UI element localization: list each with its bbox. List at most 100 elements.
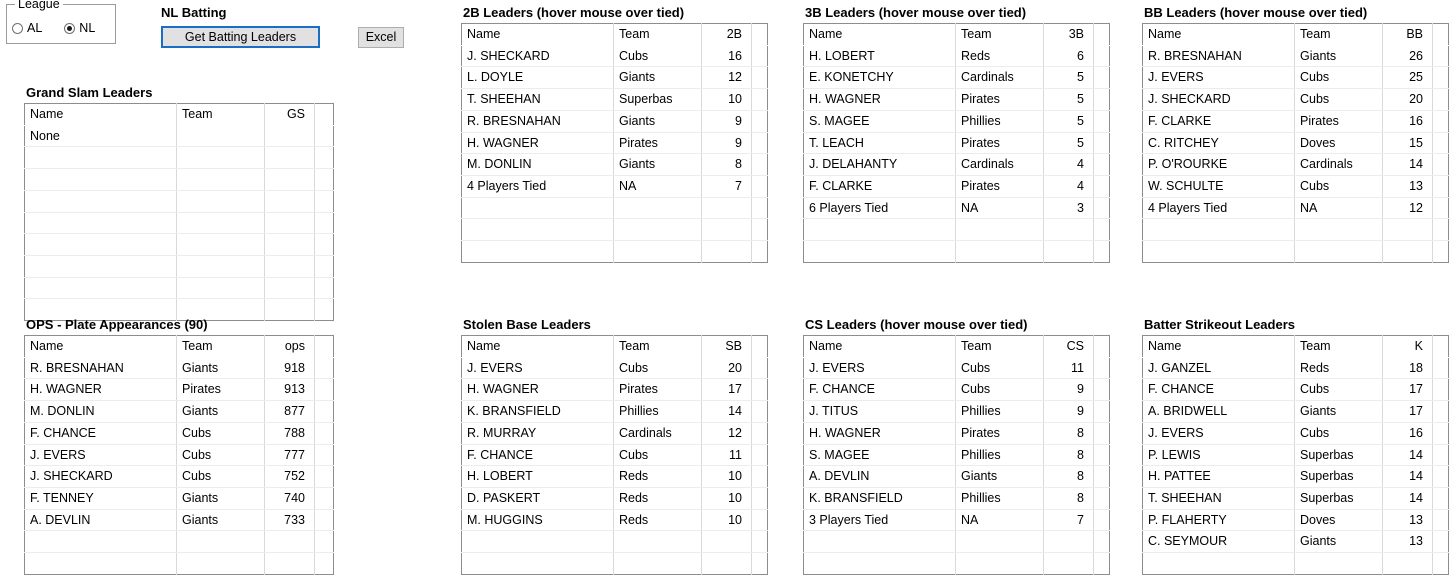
- table-row[interactable]: 3 Players Tied NA 7: [803, 509, 1110, 532]
- table-row-empty[interactable]: [461, 530, 768, 554]
- table-row[interactable]: 4 Players Tied NA 12: [1142, 197, 1449, 220]
- table-row-empty[interactable]: [803, 530, 1110, 554]
- table-row-empty[interactable]: [24, 552, 334, 575]
- table-row[interactable]: J. EVERS Cubs 16: [1142, 422, 1449, 445]
- table-row[interactable]: F. CLARKE Pirates 4: [803, 175, 1110, 198]
- table-row[interactable]: K. BRANSFIELD Phillies 14: [461, 400, 768, 423]
- column-header-spacer: [315, 104, 334, 126]
- excel-export-button[interactable]: Excel: [358, 27, 404, 48]
- table-row[interactable]: P. FLAHERTY Doves 13: [1142, 509, 1449, 532]
- table-row[interactable]: E. KONETCHY Cardinals 5: [803, 66, 1110, 90]
- table-row[interactable]: F. CHANCE Cubs 788: [24, 422, 334, 445]
- table-row[interactable]: W. SCHULTE Cubs 13: [1142, 175, 1449, 198]
- cell-team: Pirates: [613, 132, 702, 155]
- table-doubles[interactable]: Name Team 2B J. SHECKARD Cubs 16 L. DOYLE Giant…: [461, 23, 768, 263]
- table-row[interactable]: F. TENNEY Giants 740: [24, 487, 334, 510]
- radio-option-al[interactable]: AL: [12, 22, 42, 35]
- table-row[interactable]: J. EVERS Cubs 20: [461, 357, 768, 380]
- table-row-empty[interactable]: [461, 218, 768, 242]
- table-row[interactable]: H. LOBERT Reds 10: [461, 465, 768, 488]
- table-row[interactable]: H. WAGNER Pirates 17: [461, 378, 768, 402]
- table-row[interactable]: R. MURRAY Cardinals 12: [461, 422, 768, 445]
- table-row-empty[interactable]: [461, 552, 768, 575]
- cell-name: P. FLAHERTY: [1142, 509, 1295, 532]
- table-row[interactable]: H. WAGNER Pirates 8: [803, 422, 1110, 445]
- table-row[interactable]: 4 Players Tied NA 7: [461, 175, 768, 198]
- table-row[interactable]: C. SEYMOUR Giants 13: [1142, 530, 1449, 554]
- table-row[interactable]: D. PASKERT Reds 10: [461, 487, 768, 510]
- table-row[interactable]: J. GANZEL Reds 18: [1142, 357, 1449, 380]
- get-batting-leaders-button[interactable]: Get Batting Leaders: [161, 26, 320, 48]
- table-row[interactable]: R. BRESNAHAN Giants 26: [1142, 45, 1449, 68]
- table-row[interactable]: H. LOBERT Reds 6: [803, 45, 1110, 68]
- table-triples[interactable]: Name Team 3B H. LOBERT Reds 6 E. KONETCHY Cardi…: [803, 23, 1110, 263]
- table-row[interactable]: A. DEVLIN Giants 8: [803, 465, 1110, 488]
- table-row[interactable]: R. BRESNAHAN Giants 918: [24, 357, 334, 380]
- table-row-empty[interactable]: [24, 233, 334, 256]
- table-row-empty[interactable]: [24, 146, 334, 170]
- table-row[interactable]: None: [24, 125, 334, 148]
- table-row-empty[interactable]: [803, 240, 1110, 263]
- table-ops[interactable]: Name Team ops R. BRESNAHAN Giants 918 H. WAGNE…: [24, 335, 334, 575]
- table-walks[interactable]: Name Team BB R. BRESNAHAN Giants 26 J. EVERS Cu…: [1142, 23, 1449, 263]
- cell-empty: [1142, 218, 1295, 242]
- table-row[interactable]: M. DONLIN Giants 8: [461, 153, 768, 176]
- table-row[interactable]: P. O'ROURKE Cardinals 14: [1142, 153, 1449, 176]
- table-row[interactable]: H. WAGNER Pirates 913: [24, 378, 334, 402]
- table-row[interactable]: A. DEVLIN Giants 733: [24, 509, 334, 532]
- table-row[interactable]: J. DELAHANTY Cardinals 4: [803, 153, 1110, 176]
- table-row-empty[interactable]: [803, 552, 1110, 575]
- table-row-empty[interactable]: [24, 212, 334, 235]
- table-row-empty[interactable]: [1142, 552, 1449, 575]
- radio-option-nl[interactable]: NL: [64, 22, 95, 35]
- table-row[interactable]: T. LEACH Pirates 5: [803, 132, 1110, 155]
- cell-spacer: [314, 255, 334, 278]
- table-row[interactable]: C. RITCHEY Doves 15: [1142, 132, 1449, 155]
- table-row[interactable]: J. EVERS Cubs 777: [24, 444, 334, 467]
- radio-nl-mark[interactable]: [64, 23, 76, 34]
- table-row[interactable]: M. HUGGINS Reds 10: [461, 509, 768, 532]
- table-row[interactable]: J. SHECKARD Cubs 752: [24, 465, 334, 488]
- table-row[interactable]: H. PATTEE Superbas 14: [1142, 465, 1449, 488]
- table-row[interactable]: S. MAGEE Phillies 5: [803, 110, 1110, 133]
- table-row[interactable]: F. CLARKE Pirates 16: [1142, 110, 1449, 133]
- table-row[interactable]: R. BRESNAHAN Giants 9: [461, 110, 768, 133]
- table-row-empty[interactable]: [24, 168, 334, 191]
- table-row-empty[interactable]: [24, 255, 334, 278]
- table-row-empty[interactable]: [1142, 218, 1449, 242]
- table-row[interactable]: L. DOYLE Giants 12: [461, 66, 768, 90]
- table-row[interactable]: M. DONLIN Giants 877: [24, 400, 334, 423]
- table-row[interactable]: F. CHANCE Cubs 9: [803, 378, 1110, 402]
- table-row[interactable]: J. SHECKARD Cubs 20: [1142, 88, 1449, 111]
- table-row-empty[interactable]: [1142, 240, 1449, 263]
- table-row-empty[interactable]: [461, 197, 768, 220]
- table-row-empty[interactable]: [24, 190, 334, 213]
- table-row[interactable]: T. SHEEHAN Superbas 10: [461, 88, 768, 111]
- table-row[interactable]: J. EVERS Cubs 25: [1142, 66, 1449, 90]
- table-row-empty[interactable]: [24, 277, 334, 300]
- table-row[interactable]: F. CHANCE Cubs 11: [461, 444, 768, 467]
- table-row[interactable]: P. LEWIS Superbas 14: [1142, 444, 1449, 467]
- table-row[interactable]: F. CHANCE Cubs 17: [1142, 378, 1449, 402]
- table-row[interactable]: J. SHECKARD Cubs 16: [461, 45, 768, 68]
- table-row[interactable]: T. SHEEHAN Superbas 14: [1142, 487, 1449, 510]
- table-caught-stealing[interactable]: Name Team CS J. EVERS Cubs 11 F. CHANCE Cubs 9 J.…: [803, 335, 1110, 575]
- cell-stat: 913: [264, 378, 315, 402]
- table-row-empty[interactable]: [461, 240, 768, 263]
- cell-spacer: [751, 66, 768, 90]
- table-row-empty[interactable]: [24, 530, 334, 554]
- table-grand-slam[interactable]: Name Team GS None: [24, 103, 334, 322]
- table-stolen-bases[interactable]: Name Team SB J. EVERS Cubs 20 H. WAGNER Pirates…: [461, 335, 768, 575]
- table-row[interactable]: S. MAGEE Phillies 8: [803, 444, 1110, 467]
- table-row-empty[interactable]: [803, 218, 1110, 242]
- radio-al-mark[interactable]: [12, 23, 23, 34]
- table-row[interactable]: K. BRANSFIELD Phillies 8: [803, 487, 1110, 510]
- table-row[interactable]: H. WAGNER Pirates 9: [461, 132, 768, 155]
- table-row[interactable]: H. WAGNER Pirates 5: [803, 88, 1110, 111]
- cell-team: Pirates: [955, 422, 1044, 445]
- table-row[interactable]: 6 Players Tied NA 3: [803, 197, 1110, 220]
- table-row[interactable]: J. EVERS Cubs 11: [803, 357, 1110, 380]
- table-row[interactable]: A. BRIDWELL Giants 17: [1142, 400, 1449, 423]
- table-strikeouts[interactable]: Name Team K J. GANZEL Reds 18 F. CHANCE Cubs 17 A…: [1142, 335, 1449, 575]
- table-row[interactable]: J. TITUS Phillies 9: [803, 400, 1110, 423]
